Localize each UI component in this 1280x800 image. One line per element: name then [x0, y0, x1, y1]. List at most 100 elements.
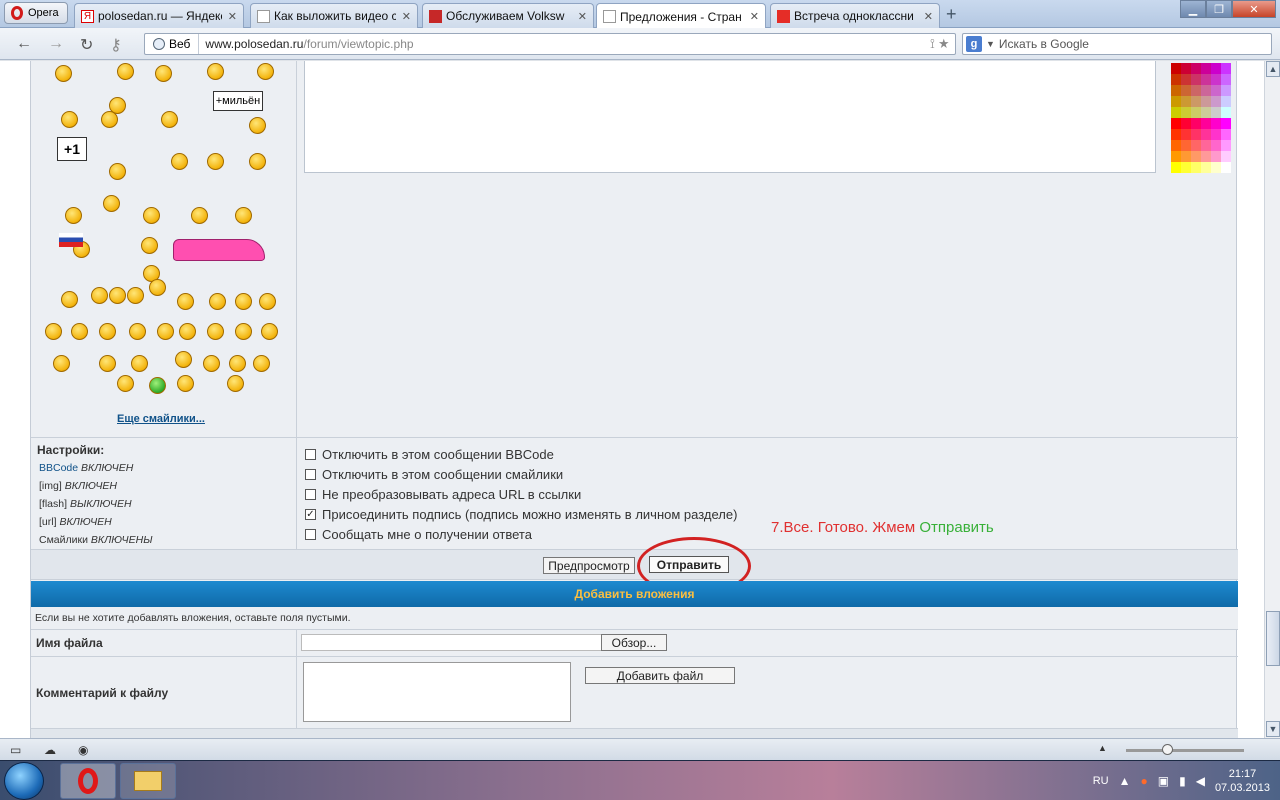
option-disable-bbcode[interactable]: Отключить в этом сообщении BBCode	[305, 444, 1230, 464]
palette-swatch[interactable]	[1201, 74, 1211, 85]
smiley-icon[interactable]	[229, 355, 246, 372]
tab-yandex[interactable]: Я polosedan.ru — Яндекс ✕	[74, 3, 244, 28]
palette-swatch[interactable]	[1171, 63, 1181, 74]
smiley-icon[interactable]	[103, 195, 120, 212]
file-comment-textarea[interactable]	[303, 662, 571, 722]
scroll-down-icon[interactable]: ▼	[1266, 721, 1280, 737]
palette-swatch[interactable]	[1181, 74, 1191, 85]
checkbox[interactable]	[305, 468, 316, 480]
palette-swatch[interactable]	[1221, 118, 1231, 129]
palette-swatch[interactable]	[1211, 118, 1221, 129]
close-tab-icon[interactable]: ✕	[750, 10, 759, 23]
language-indicator[interactable]: RU	[1093, 775, 1109, 787]
taskbar-opera[interactable]	[60, 763, 116, 799]
palette-swatch[interactable]	[1181, 96, 1191, 107]
rss-star-icons[interactable]: ⟟ ★	[930, 36, 949, 52]
palette-swatch[interactable]	[1201, 140, 1211, 151]
tray-expand-icon[interactable]: ▲	[1119, 774, 1131, 788]
palette-swatch[interactable]	[1221, 96, 1231, 107]
smiley-icon[interactable]	[143, 207, 160, 224]
option-attach-signature[interactable]: ✓ Присоединить подпись (подпись можно изм…	[305, 504, 1230, 524]
palette-swatch[interactable]	[1191, 96, 1201, 107]
smiley-icon[interactable]	[261, 323, 278, 340]
smiley-icon[interactable]	[61, 291, 78, 308]
palette-swatch[interactable]	[1181, 129, 1191, 140]
smiley-icon[interactable]	[207, 63, 224, 80]
smiley-icon[interactable]	[235, 293, 252, 310]
million-sign-smiley[interactable]: +мильён	[213, 91, 263, 111]
smiley-icon[interactable]	[179, 323, 196, 340]
smiley-icon[interactable]	[257, 63, 274, 80]
close-tab-icon[interactable]: ✕	[228, 10, 237, 23]
smiley-icon[interactable]	[207, 153, 224, 170]
smiley-icon[interactable]	[91, 287, 108, 304]
smiley-icon[interactable]	[127, 287, 144, 304]
forward-icon[interactable]: →	[48, 35, 64, 53]
smiley-icon[interactable]	[177, 293, 194, 310]
tab-predlozheniya[interactable]: Предложения - Стран ✕	[596, 3, 766, 29]
checkbox[interactable]	[305, 528, 316, 540]
taskbar-explorer[interactable]	[120, 763, 176, 799]
palette-swatch[interactable]	[1171, 107, 1181, 118]
option-no-url-parse[interactable]: Не преобразовывать адреса URL в ссылки	[305, 484, 1230, 504]
palette-swatch[interactable]	[1211, 162, 1221, 173]
smiley-icon[interactable]	[227, 375, 244, 392]
search-box[interactable]: g ▼ Искать в Google	[962, 33, 1272, 55]
palette-swatch[interactable]	[1221, 151, 1231, 162]
palette-swatch[interactable]	[1181, 85, 1191, 96]
palette-swatch[interactable]	[1191, 118, 1201, 129]
speed-dial-icon[interactable]: ◉	[78, 743, 88, 757]
palette-swatch[interactable]	[1191, 107, 1201, 118]
message-textarea[interactable]	[304, 61, 1156, 173]
cloud-icon[interactable]: ☁	[44, 743, 56, 757]
palette-swatch[interactable]	[1171, 162, 1181, 173]
palette-swatch[interactable]	[1181, 63, 1191, 74]
checkbox[interactable]	[305, 488, 316, 500]
plus-one-smiley[interactable]: +1	[57, 137, 87, 161]
smiley-icon[interactable]	[45, 323, 62, 340]
checkbox-checked[interactable]: ✓	[305, 508, 316, 520]
palette-swatch[interactable]	[1201, 129, 1211, 140]
smiley-icon[interactable]	[101, 111, 118, 128]
scroll-thumb[interactable]	[1266, 611, 1280, 666]
palette-swatch[interactable]	[1211, 151, 1221, 162]
checkbox[interactable]	[305, 448, 316, 460]
smiley-icon[interactable]	[207, 323, 224, 340]
smiley-icon[interactable]	[117, 63, 134, 80]
smiley-icon[interactable]	[99, 323, 116, 340]
palette-swatch[interactable]	[1211, 63, 1221, 74]
palette-swatch[interactable]	[1211, 85, 1221, 96]
smiley-icon[interactable]	[203, 355, 220, 372]
smiley-icon[interactable]	[55, 65, 72, 82]
palette-swatch[interactable]	[1181, 162, 1191, 173]
start-button[interactable]	[4, 762, 44, 800]
palette-swatch[interactable]	[1191, 129, 1201, 140]
smiley-icon[interactable]	[117, 375, 134, 392]
palette-swatch[interactable]	[1191, 162, 1201, 173]
palette-swatch[interactable]	[1201, 96, 1211, 107]
palette-swatch[interactable]	[1181, 140, 1191, 151]
opera-menu-button[interactable]: Opera	[4, 2, 68, 24]
smiley-icon[interactable]	[157, 323, 174, 340]
color-palette[interactable]	[1171, 63, 1231, 173]
palette-swatch[interactable]	[1211, 129, 1221, 140]
smiley-icon[interactable]	[161, 111, 178, 128]
tab-odnoklassniki[interactable]: Встреча одноклассни ✕	[770, 3, 940, 28]
palette-swatch[interactable]	[1221, 85, 1231, 96]
tab-volkswagen[interactable]: Обслуживаем Volksw ✕	[422, 3, 594, 28]
smiley-icon[interactable]	[175, 351, 192, 368]
palette-swatch[interactable]	[1201, 118, 1211, 129]
bbcode-link[interactable]: BBCode	[39, 462, 78, 474]
palette-swatch[interactable]	[1221, 107, 1231, 118]
palette-swatch[interactable]	[1211, 96, 1221, 107]
smiley-icon[interactable]	[141, 237, 158, 254]
more-smilies-link[interactable]: Еще смайлики...	[117, 413, 205, 425]
palette-swatch[interactable]	[1201, 151, 1211, 162]
minimize-button[interactable]: ▁	[1180, 0, 1206, 18]
palette-swatch[interactable]	[1181, 151, 1191, 162]
palette-swatch[interactable]	[1181, 118, 1191, 129]
palette-swatch[interactable]	[1181, 107, 1191, 118]
smiley-icon[interactable]	[259, 293, 276, 310]
smiley-icon[interactable]	[131, 355, 148, 372]
palette-swatch[interactable]	[1171, 129, 1181, 140]
